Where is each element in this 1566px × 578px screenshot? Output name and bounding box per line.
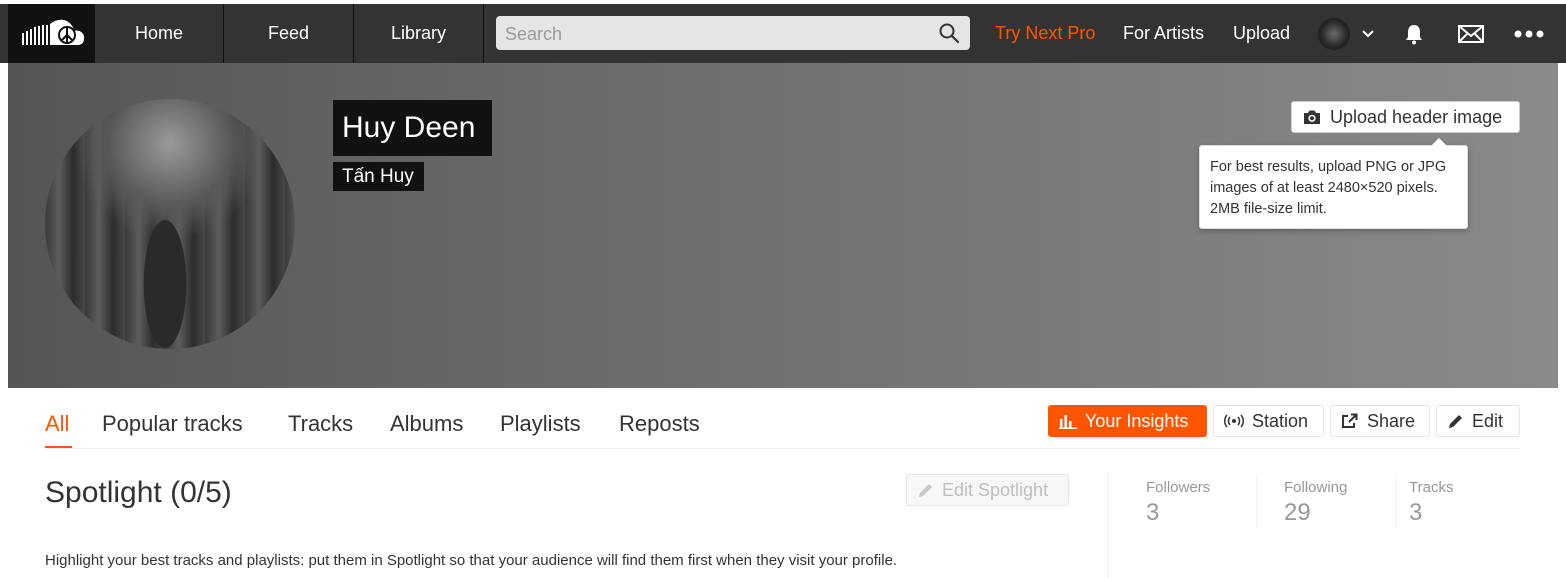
insights-bars-icon [1059,415,1077,429]
tab-tracks[interactable]: Tracks [288,411,353,437]
station-button[interactable]: Station [1213,405,1324,437]
more-icon[interactable] [1512,4,1546,63]
station-label: Station [1252,410,1309,431]
stat-separator [1395,476,1396,528]
upload-header-image-button[interactable]: Upload header image [1291,101,1520,133]
share-label: Share [1367,410,1416,431]
search-placeholder: Search [505,24,563,44]
edit-profile-button[interactable]: Edit [1436,405,1520,437]
camera-icon [1304,110,1320,124]
profile-avatar[interactable] [45,99,295,349]
followers-count: 3 [1146,499,1160,526]
nav-feed[interactable]: Feed [224,4,354,63]
following-count: 29 [1284,499,1311,526]
following-label: Following [1284,479,1348,496]
tabs-divider [45,448,1520,449]
tab-all[interactable]: All [45,411,69,437]
spotlight-description: Highlight your best tracks and playlists… [45,552,898,569]
user-avatar[interactable] [1318,18,1350,50]
tracks-count: 3 [1409,499,1423,526]
tab-albums[interactable]: Albums [390,411,463,437]
chevron-down-icon[interactable] [1360,4,1376,63]
upload-link[interactable]: Upload [1233,4,1290,63]
edit-label: Edit [1472,410,1504,431]
mail-icon[interactable] [1456,4,1486,63]
nav-home[interactable]: Home [94,4,224,63]
tab-popular-tracks[interactable]: Popular tracks [102,411,243,437]
search-input[interactable]: Search [496,16,970,50]
stat-separator [1256,476,1257,528]
pencil-icon [919,483,932,497]
tracks-stat[interactable]: Tracks 3 [1409,479,1453,527]
upload-header-tooltip: For best results, upload PNG or JPG imag… [1199,138,1468,229]
search-icon[interactable] [938,22,960,44]
for-artists-link[interactable]: For Artists [1123,4,1204,63]
share-icon [1342,413,1358,428]
top-nav-bar: Home Feed Library Search Try Next Pro Fo… [0,4,1566,63]
spotlight-title: Spotlight (0/5) [45,476,232,509]
tab-reposts[interactable]: Reposts [619,411,700,437]
pencil-icon [1449,414,1462,428]
share-button[interactable]: Share [1330,405,1430,437]
profile-display-name: Huy Deen [333,100,493,156]
nav-library[interactable]: Library [354,4,484,63]
tracks-label: Tracks [1409,479,1454,496]
following-stat[interactable]: Following 29 [1284,479,1347,527]
followers-label: Followers [1146,479,1211,496]
your-insights-button[interactable]: Your Insights [1048,405,1207,437]
tab-playlists[interactable]: Playlists [500,411,581,437]
soundcloud-logo-icon[interactable] [8,4,94,63]
edit-spotlight-button[interactable]: Edit Spotlight [906,474,1069,506]
active-tab-indicator [45,446,72,448]
upload-header-label: Upload header image [1330,106,1503,127]
profile-real-name: Tấn Huy [333,162,424,191]
try-next-pro-link[interactable]: Try Next Pro [995,4,1095,63]
station-icon [1224,414,1244,428]
your-insights-label: Your Insights [1085,410,1189,431]
sidebar-divider [1107,472,1108,578]
edit-spotlight-label: Edit Spotlight [942,479,1049,500]
bell-icon[interactable] [1400,4,1428,63]
followers-stat[interactable]: Followers 3 [1146,479,1210,527]
